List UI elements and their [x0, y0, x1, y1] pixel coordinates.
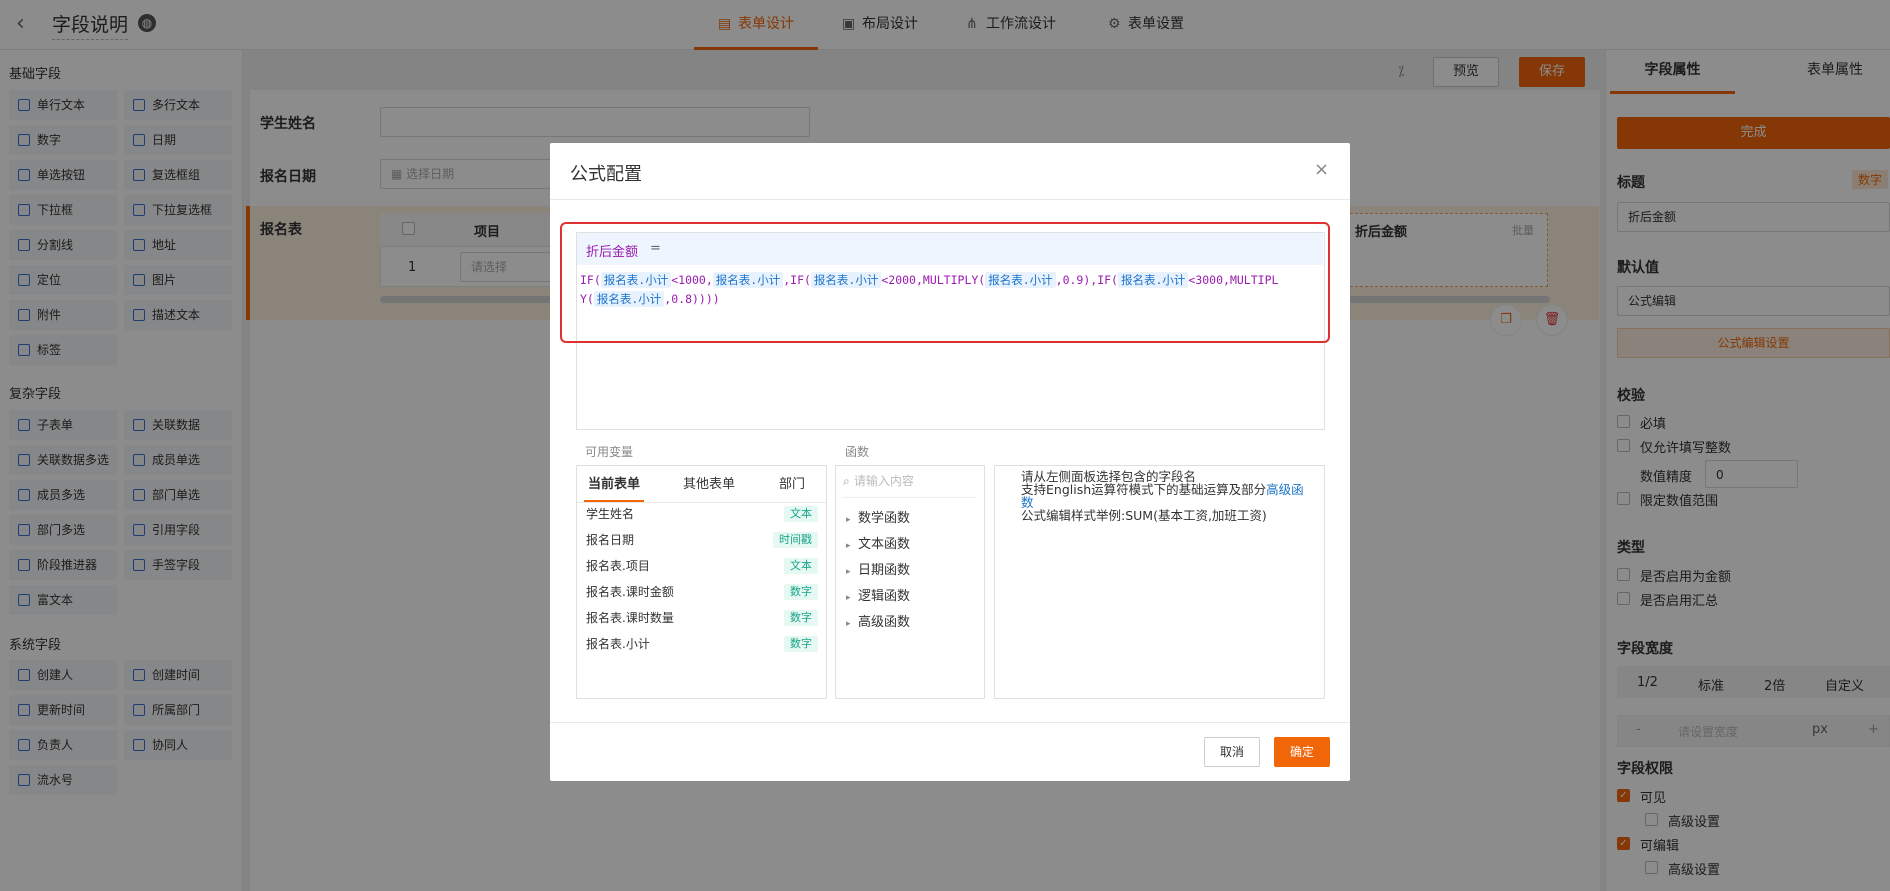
- dialog-title: 公式配置: [570, 164, 642, 185]
- cancel-button[interactable]: 取消: [1204, 737, 1260, 767]
- expand-arrow-icon: ▸: [846, 515, 851, 525]
- dialog-header-divider: [550, 199, 1350, 200]
- function-category[interactable]: ▸ 逻辑函数: [846, 585, 910, 604]
- expand-arrow-icon: ▸: [846, 541, 851, 551]
- functions-panel: [835, 465, 985, 699]
- variables-label: 可用变量: [585, 445, 634, 459]
- functions-label: 函数: [845, 445, 870, 459]
- variable-item[interactable]: 报名表.课时数量 数字: [586, 606, 818, 630]
- variable-item[interactable]: 学生姓名 文本: [586, 502, 818, 526]
- expand-arrow-icon: ▸: [846, 619, 851, 629]
- close-icon[interactable]: ×: [1314, 159, 1329, 180]
- variable-type-badge: 时间戳: [773, 532, 818, 548]
- function-category[interactable]: ▸ 高级函数: [846, 611, 910, 630]
- tab-departments[interactable]: 部门: [772, 470, 812, 502]
- variable-item[interactable]: 报名表.项目 文本: [586, 554, 818, 578]
- tab-other-forms[interactable]: 其他表单: [676, 470, 742, 502]
- variable-item[interactable]: 报名表.课时金额 数字: [586, 580, 818, 604]
- function-category[interactable]: ▸ 数学函数: [846, 507, 910, 526]
- help-text: 请从左侧面板选择包含的字段名 支持English运算符模式下的基础运算及部分高级…: [1021, 470, 1311, 522]
- function-category[interactable]: ▸ 日期函数: [846, 559, 910, 578]
- function-category[interactable]: ▸ 文本函数: [846, 533, 910, 552]
- function-search-input[interactable]: ⌕ 请输入内容: [843, 472, 977, 498]
- variable-type-badge: 数字: [784, 584, 818, 600]
- highlight-frame: [560, 222, 1330, 343]
- expand-arrow-icon: ▸: [846, 567, 851, 577]
- variable-item[interactable]: 报名表.小计 数字: [586, 632, 818, 656]
- variable-type-badge: 数字: [784, 636, 818, 652]
- tab-current-form[interactable]: 当前表单: [584, 470, 644, 502]
- search-icon: ⌕: [843, 474, 850, 488]
- dialog-footer-divider: [550, 722, 1350, 723]
- expand-arrow-icon: ▸: [846, 593, 851, 603]
- advanced-functions-link[interactable]: 高级函: [1266, 482, 1304, 497]
- confirm-button[interactable]: 确定: [1274, 737, 1330, 767]
- variable-type-badge: 文本: [784, 558, 818, 574]
- variable-item[interactable]: 报名日期 时间戳: [586, 528, 818, 552]
- variable-type-badge: 数字: [784, 610, 818, 626]
- variable-type-badge: 文本: [784, 506, 818, 522]
